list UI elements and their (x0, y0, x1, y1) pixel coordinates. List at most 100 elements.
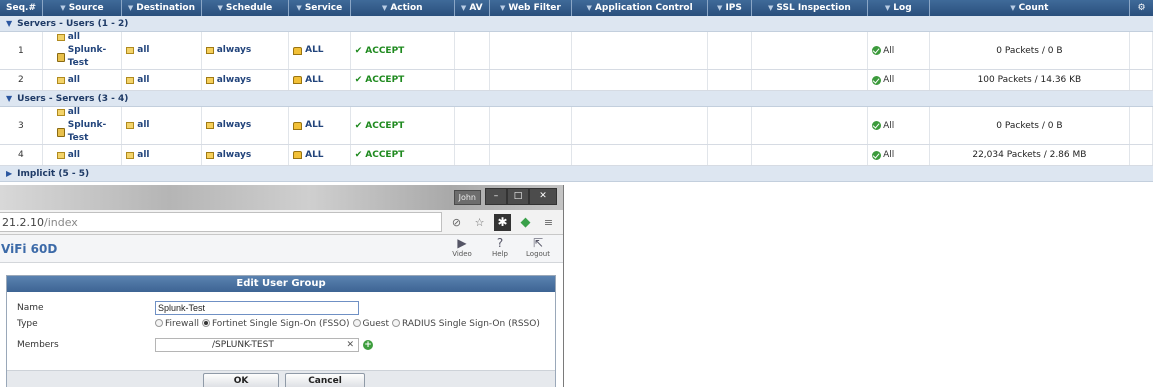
profile-chip[interactable]: John (453, 190, 481, 205)
extension-icon[interactable]: ✱ (494, 213, 511, 231)
col-seq[interactable]: Seq.# (0, 0, 43, 16)
expand-triangle-icon[interactable]: ▼ (6, 19, 12, 28)
address-object[interactable]: all (126, 44, 150, 57)
col-label: Source (68, 3, 104, 13)
section-header[interactable]: ▼ Servers - Users (1 - 2) (0, 16, 1153, 32)
collapsed-triangle-icon[interactable]: ▶ (6, 169, 12, 178)
col-log[interactable]: ▼ Log (868, 0, 930, 16)
service-cell: ALL (289, 32, 351, 69)
address-object[interactable]: all (56, 149, 80, 162)
cancel-button[interactable]: Cancel (285, 373, 365, 387)
filter-icon[interactable]: ▼ (768, 4, 773, 12)
schedule-icon (205, 151, 214, 159)
table-row[interactable]: 2 all all always ALL ✔ ACCEPT All 100 Pac… (0, 70, 1153, 91)
user-group-object[interactable]: Splunk-Test (56, 44, 118, 70)
schedule-object[interactable]: always (205, 74, 251, 87)
remove-member-icon[interactable]: ✕ (346, 340, 354, 350)
help-icon: ? (496, 236, 504, 250)
schedule-object[interactable]: always (205, 119, 251, 132)
log-cell: All (868, 145, 930, 165)
service-object[interactable]: ALL (293, 149, 324, 162)
type-option-guest[interactable]: Guest (352, 319, 389, 329)
expand-triangle-icon[interactable]: ▼ (6, 94, 12, 103)
name-row: Name (17, 301, 359, 315)
filter-icon[interactable]: ▼ (128, 4, 133, 12)
menu-icon[interactable]: ≡ (540, 214, 557, 231)
filter-icon[interactable]: ▼ (217, 4, 222, 12)
minimize-button[interactable]: – (485, 188, 507, 205)
filter-icon[interactable]: ▼ (296, 4, 301, 12)
table-row[interactable]: 1 all Splunk-Test all always ALL ✔ ACCEPT… (0, 32, 1153, 70)
type-option-fsso[interactable]: Fortinet Single Sign-On (FSSO) (201, 319, 350, 329)
bookmark-star-icon[interactable]: ☆ (471, 214, 488, 231)
filter-icon[interactable]: ▼ (1010, 4, 1015, 12)
col-count[interactable]: ▼ Count (930, 0, 1131, 16)
service-icon (293, 121, 303, 130)
col-destination[interactable]: ▼ Destination (122, 0, 202, 16)
name-input[interactable] (155, 301, 359, 315)
col-source[interactable]: ▼ Source (43, 0, 123, 16)
block-icon[interactable]: ⊘ (448, 214, 465, 231)
type-option-rsso[interactable]: RADIUS Single Sign-On (RSSO) (391, 319, 540, 329)
members-label: Members (17, 340, 59, 350)
filter-icon[interactable]: ▼ (587, 4, 592, 12)
address-bar: 21.2.10/index ⊘ ☆ ✱ ◆ ≡ (0, 210, 563, 235)
address-object[interactable]: all (126, 149, 150, 162)
address-object[interactable]: all (56, 31, 80, 44)
video-button[interactable]: ▶ Video (443, 236, 481, 258)
filter-icon[interactable]: ▼ (382, 4, 387, 12)
service-object[interactable]: ALL (293, 74, 324, 87)
logout-button[interactable]: ⇱ Logout (519, 236, 557, 258)
filter-icon[interactable]: ▼ (885, 4, 890, 12)
member-entry: /SPLUNK-TEST (212, 340, 274, 350)
col-web-filter[interactable]: ▼ Web Filter (490, 0, 573, 16)
window-titlebar[interactable]: John – □ ✕ (0, 185, 563, 210)
col-av[interactable]: ▼ AV (455, 0, 490, 16)
service-cell: ALL (289, 107, 351, 144)
app-control-cell (572, 145, 709, 165)
table-row[interactable]: 3 all Splunk-Test all always ALL ✔ ACCEPT… (0, 107, 1153, 145)
user-group-object[interactable]: Splunk-Test (56, 119, 118, 145)
address-object[interactable]: all (126, 119, 150, 132)
table-row[interactable]: 4 all all always ALL ✔ ACCEPT All 22,034 … (0, 145, 1153, 166)
action-cell: ✔ ACCEPT (351, 32, 455, 69)
filter-icon[interactable]: ▼ (461, 4, 466, 12)
address-object[interactable]: all (56, 106, 80, 119)
schedule-cell: always (202, 70, 290, 90)
url-field[interactable]: 21.2.10/index (0, 212, 442, 232)
radio-icon (352, 319, 361, 327)
maximize-button[interactable]: □ (507, 188, 529, 205)
filter-icon[interactable]: ▼ (60, 4, 65, 12)
app-header: ViFi 60D ▶ Video ? Help ⇱ Logout (0, 235, 563, 263)
log-enabled-icon (872, 46, 882, 55)
col-application-control[interactable]: ▼ Application Control (572, 0, 709, 16)
col-action[interactable]: ▼ Action (351, 0, 455, 16)
address-object[interactable]: all (56, 74, 80, 87)
service-object[interactable]: ALL (293, 119, 324, 132)
seq-cell: 3 (0, 107, 43, 144)
section-header[interactable]: ▼ Users - Servers (3 - 4) (0, 91, 1153, 107)
help-button[interactable]: ? Help (481, 236, 519, 258)
filter-icon[interactable]: ▼ (717, 4, 722, 12)
logout-icon: ⇱ (532, 236, 544, 250)
section-header[interactable]: ▶ Implicit (5 - 5) (0, 166, 1153, 182)
col-service[interactable]: ▼ Service (289, 0, 351, 16)
schedule-object[interactable]: always (205, 44, 251, 57)
col-ips[interactable]: ▼ IPS (708, 0, 752, 16)
col-schedule[interactable]: ▼ Schedule (202, 0, 290, 16)
address-icon (126, 122, 135, 129)
add-member-icon[interactable]: + (363, 340, 373, 350)
schedule-object[interactable]: always (205, 149, 251, 162)
source-cell: all (43, 70, 123, 90)
type-option-firewall[interactable]: Firewall (155, 319, 199, 329)
filter-icon[interactable]: ▼ (500, 4, 505, 12)
close-button[interactable]: ✕ (529, 188, 557, 205)
col-ssl-inspection[interactable]: ▼ SSL Inspection (752, 0, 868, 16)
ok-button[interactable]: OK (203, 373, 279, 387)
gem-extension-icon[interactable]: ◆ (517, 214, 534, 231)
members-field[interactable]: /SPLUNK-TEST ✕ (155, 338, 359, 352)
service-object[interactable]: ALL (293, 44, 324, 57)
av-cell (455, 32, 490, 69)
address-object[interactable]: all (126, 74, 150, 87)
column-settings-gear-icon[interactable]: ⚙ (1130, 0, 1153, 16)
